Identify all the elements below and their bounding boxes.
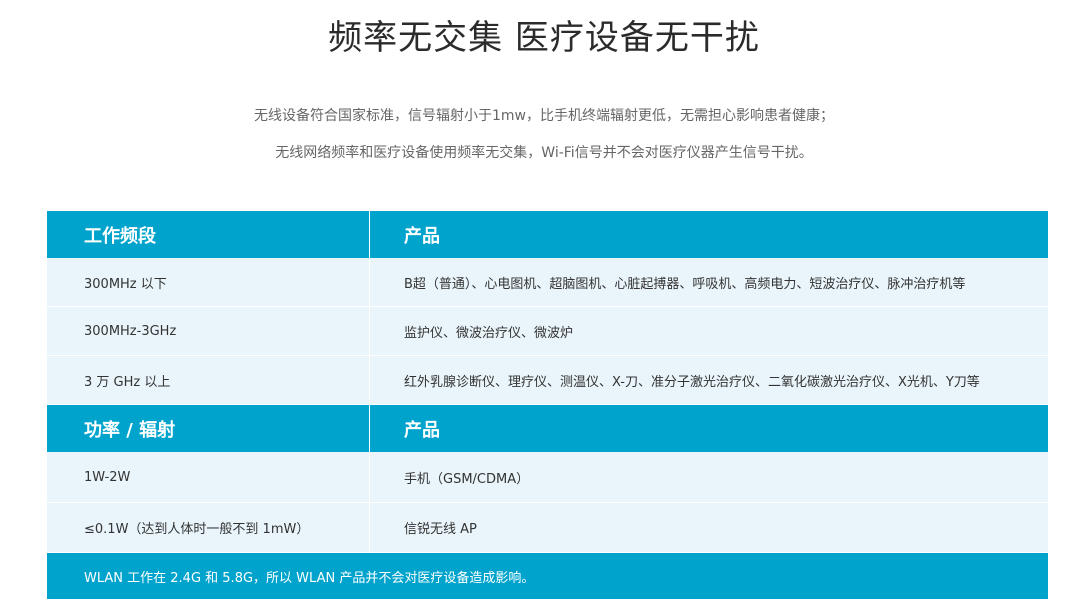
table-cell-product: B超（普通）、心电图机、超脑图机、心脏起搏器、呼吸机、高频电力、短波治疗仪、脉冲… (404, 276, 966, 292)
header-cell-product: 产品 (404, 225, 440, 247)
table-cell-product: 信锐无线 AP (404, 522, 477, 537)
header-cell-product: 产品 (404, 419, 440, 441)
frequency-table: 工作频段 产品 300MHz 以下 B超（普通）、心电图机、超脑图机、心脏起搏器… (47, 211, 1048, 599)
table-cell-power: 1W-2W (47, 452, 370, 502)
table-footer-note: WLAN 工作在 2.4G 和 5.8G，所以 WLAN 产品并不会对医疗设备造… (47, 553, 1048, 599)
table-row: ≤0.1W（达到人体时一般不到 1mW） 信锐无线 AP (47, 503, 1048, 553)
table-cell-band: 300MHz-3GHz (47, 307, 370, 355)
table-row: 3 万 GHz 以上 红外乳腺诊断仪、理疗仪、测温仪、X-刀、准分子激光治疗仪、… (47, 356, 1048, 405)
page-title: 频率无交集 医疗设备无干扰 (328, 18, 760, 58)
table-cell-product: 监护仪、微波治疗仪、微波炉 (404, 325, 574, 341)
description-line-2: 无线网络频率和医疗设备使用频率无交集，Wi-Fi信号并不会对医疗仪器产生信号干扰… (275, 145, 813, 161)
table-cell-product: 手机（GSM/CDMA） (404, 471, 530, 487)
table-cell-product: 红外乳腺诊断仪、理疗仪、测温仪、X-刀、准分子激光治疗仪、二氧化碳激光治疗仪、X… (404, 374, 980, 390)
table-cell-band: 300MHz 以下 (47, 258, 370, 306)
description-line-1: 无线设备符合国家标准，信号辐射小于1mw，比手机终端辐射更低，无需担心影响患者健… (254, 108, 834, 124)
table-cell-band: 3 万 GHz 以上 (47, 356, 370, 404)
header-cell-frequency-band: 工作频段 (47, 211, 370, 258)
table-row: 1W-2W 手机（GSM/CDMA） (47, 452, 1048, 503)
table-row: 300MHz 以下 B超（普通）、心电图机、超脑图机、心脏起搏器、呼吸机、高频电… (47, 258, 1048, 307)
table-cell-power: ≤0.1W（达到人体时一般不到 1mW） (47, 503, 370, 552)
table-row: 300MHz-3GHz 监护仪、微波治疗仪、微波炉 (47, 307, 1048, 356)
table-header-frequency: 工作频段 产品 (47, 211, 1048, 258)
header-cell-power-radiation: 功率 / 辐射 (47, 405, 370, 452)
table-header-power: 功率 / 辐射 产品 (47, 405, 1048, 452)
